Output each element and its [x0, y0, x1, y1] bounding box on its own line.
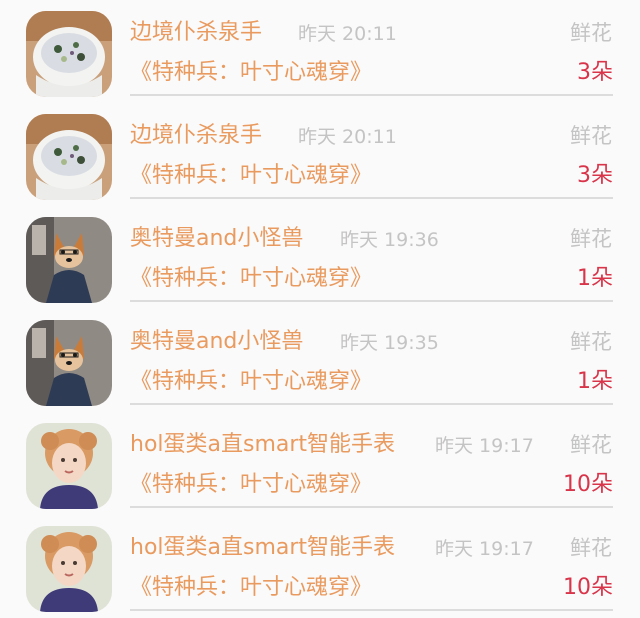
gift-count: 1朵 [577, 266, 613, 291]
gift-count: 10朵 [563, 472, 613, 497]
porridge-bowl-icon [26, 11, 112, 97]
row-divider [130, 609, 613, 611]
gift-record-row[interactable]: 奥特曼and小怪兽 昨天 19:36 鲜花 《特种兵：叶寸心魂穿》 1朵 [0, 206, 640, 309]
user-avatar[interactable] [26, 526, 112, 612]
gift-record-list: 边境仆杀泉手 昨天 20:11 鲜花 《特种兵：叶寸心魂穿》 3朵 边境仆杀泉手… [0, 0, 640, 612]
book-title[interactable]: 《特种兵：叶寸心魂穿》 [130, 367, 372, 397]
gift-count: 1朵 [577, 369, 613, 394]
gift-record-row[interactable]: hol蛋类a直smart智能手表 昨天 19:17 鲜花 《特种兵：叶寸心魂穿》… [0, 412, 640, 515]
gift-type: 鲜花 [570, 433, 612, 457]
book-title[interactable]: 《特种兵：叶寸心魂穿》 [130, 161, 372, 191]
girl-portrait-icon [26, 423, 112, 509]
user-name[interactable]: 边境仆杀泉手 [130, 18, 262, 48]
row-divider [130, 300, 613, 302]
row-divider [130, 403, 613, 405]
gift-record-row[interactable]: hol蛋类a直smart智能手表 昨天 19:17 鲜花 《特种兵：叶寸心魂穿》… [0, 515, 640, 618]
girl-portrait-icon [26, 526, 112, 612]
shiba-dog-icon [26, 217, 112, 303]
book-title[interactable]: 《特种兵：叶寸心魂穿》 [130, 573, 372, 603]
gift-count: 3朵 [577, 163, 613, 188]
row-divider [130, 506, 613, 508]
gift-time: 昨天 19:17 [435, 435, 534, 457]
user-avatar[interactable] [26, 320, 112, 406]
gift-time: 昨天 19:17 [435, 538, 534, 560]
row-divider [130, 94, 613, 96]
gift-type: 鲜花 [570, 227, 612, 251]
gift-type: 鲜花 [570, 124, 612, 148]
user-name[interactable]: hol蛋类a直smart智能手表 [130, 430, 395, 460]
user-avatar[interactable] [26, 217, 112, 303]
gift-count: 10朵 [563, 575, 613, 600]
book-title[interactable]: 《特种兵：叶寸心魂穿》 [130, 58, 372, 88]
row-divider [130, 197, 613, 199]
user-avatar[interactable] [26, 11, 112, 97]
user-name[interactable]: hol蛋类a直smart智能手表 [130, 533, 395, 563]
gift-time: 昨天 19:35 [340, 332, 439, 354]
user-avatar[interactable] [26, 423, 112, 509]
gift-time: 昨天 20:11 [298, 23, 397, 45]
gift-time: 昨天 20:11 [298, 126, 397, 148]
gift-count: 3朵 [577, 60, 613, 85]
user-name[interactable]: 奥特曼and小怪兽 [130, 224, 303, 254]
gift-time: 昨天 19:36 [340, 229, 439, 251]
gift-record-row[interactable]: 奥特曼and小怪兽 昨天 19:35 鲜花 《特种兵：叶寸心魂穿》 1朵 [0, 309, 640, 412]
shiba-dog-icon [26, 320, 112, 406]
user-name[interactable]: 奥特曼and小怪兽 [130, 327, 303, 357]
user-avatar[interactable] [26, 114, 112, 200]
gift-type: 鲜花 [570, 21, 612, 45]
gift-record-row[interactable]: 边境仆杀泉手 昨天 20:11 鲜花 《特种兵：叶寸心魂穿》 3朵 [0, 103, 640, 206]
porridge-bowl-icon [26, 114, 112, 200]
gift-type: 鲜花 [570, 536, 612, 560]
user-name[interactable]: 边境仆杀泉手 [130, 121, 262, 151]
book-title[interactable]: 《特种兵：叶寸心魂穿》 [130, 264, 372, 294]
gift-record-row[interactable]: 边境仆杀泉手 昨天 20:11 鲜花 《特种兵：叶寸心魂穿》 3朵 [0, 0, 640, 103]
gift-type: 鲜花 [570, 330, 612, 354]
book-title[interactable]: 《特种兵：叶寸心魂穿》 [130, 470, 372, 500]
